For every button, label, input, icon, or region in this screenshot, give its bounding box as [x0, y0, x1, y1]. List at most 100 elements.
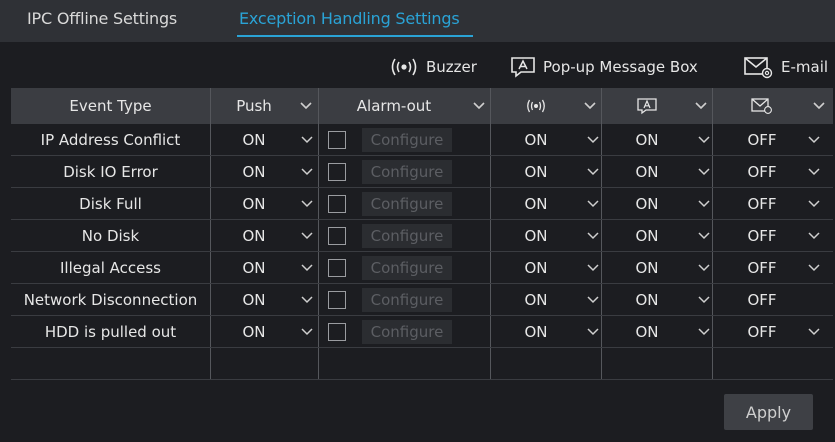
- alarm-out-checkbox[interactable]: [328, 227, 346, 245]
- email-dropdown[interactable]: [807, 124, 821, 156]
- popup-dropdown[interactable]: [697, 156, 711, 188]
- buzzer-value[interactable]: ON: [491, 284, 581, 316]
- buzzer-dropdown[interactable]: [586, 284, 600, 316]
- alarm-out-all-dropdown[interactable]: [468, 88, 490, 124]
- email-value[interactable]: OFF: [713, 188, 811, 220]
- buzzer-value[interactable]: ON: [491, 316, 581, 348]
- buzzer-dropdown[interactable]: [586, 188, 600, 220]
- header-email: [713, 88, 811, 124]
- push-value[interactable]: ON: [211, 252, 297, 284]
- table-header: Event Type Push Alarm-out: [11, 88, 833, 124]
- buzzer-value[interactable]: ON: [491, 124, 581, 156]
- tab-exception-handling-settings[interactable]: Exception Handling Settings: [239, 9, 460, 28]
- popup-value[interactable]: ON: [602, 252, 692, 284]
- configure-button[interactable]: Configure: [362, 288, 452, 312]
- configure-button[interactable]: Configure: [362, 128, 452, 152]
- event-type-cell: Disk Full: [79, 195, 142, 213]
- email-all-dropdown[interactable]: [808, 88, 830, 124]
- column-divider: [712, 88, 713, 379]
- email-icon: [744, 57, 773, 79]
- buzzer-dropdown[interactable]: [586, 316, 600, 348]
- push-value[interactable]: ON: [211, 220, 297, 252]
- email-value[interactable]: OFF: [713, 220, 811, 252]
- popup-dropdown[interactable]: [697, 284, 711, 316]
- popup-dropdown[interactable]: [697, 220, 711, 252]
- buzzer-all-dropdown[interactable]: [579, 88, 601, 124]
- buzzer-value[interactable]: ON: [491, 252, 581, 284]
- buzzer-dropdown[interactable]: [586, 156, 600, 188]
- popup-message-icon: [511, 57, 535, 78]
- popup-value[interactable]: ON: [602, 220, 692, 252]
- push-value[interactable]: ON: [211, 188, 297, 220]
- email-dropdown[interactable]: [807, 252, 821, 284]
- email-value[interactable]: OFF: [713, 316, 811, 348]
- email-dropdown[interactable]: [807, 188, 821, 220]
- popup-value[interactable]: ON: [602, 188, 692, 220]
- push-dropdown[interactable]: [300, 188, 314, 220]
- chevron-down-icon: [808, 136, 820, 144]
- popup-value[interactable]: ON: [602, 156, 692, 188]
- alarm-out-checkbox[interactable]: [328, 131, 346, 149]
- alarm-out-checkbox[interactable]: [328, 163, 346, 181]
- push-value[interactable]: ON: [211, 284, 297, 316]
- configure-button[interactable]: Configure: [362, 224, 452, 248]
- push-dropdown[interactable]: [300, 124, 314, 156]
- apply-button[interactable]: Apply: [724, 394, 813, 430]
- popup-dropdown[interactable]: [697, 124, 711, 156]
- chevron-down-icon: [584, 102, 596, 110]
- push-all-dropdown[interactable]: [295, 88, 317, 124]
- push-value[interactable]: ON: [211, 124, 297, 156]
- chevron-down-icon: [301, 168, 313, 176]
- chevron-down-icon: [301, 136, 313, 144]
- push-value[interactable]: ON: [211, 156, 297, 188]
- buzzer-value[interactable]: ON: [491, 188, 581, 220]
- push-dropdown[interactable]: [300, 284, 314, 316]
- chevron-down-icon: [808, 168, 820, 176]
- popup-dropdown[interactable]: [697, 188, 711, 220]
- configure-button[interactable]: Configure: [362, 192, 452, 216]
- chevron-down-icon: [300, 102, 312, 110]
- chevron-down-icon: [698, 232, 710, 240]
- popup-dropdown[interactable]: [697, 316, 711, 348]
- push-dropdown[interactable]: [300, 316, 314, 348]
- row-divider: [11, 155, 833, 156]
- email-value[interactable]: OFF: [713, 252, 811, 284]
- tab-ipc-offline-settings[interactable]: IPC Offline Settings: [27, 9, 177, 28]
- push-dropdown[interactable]: [300, 252, 314, 284]
- event-type-cell: IP Address Conflict: [40, 131, 181, 149]
- popup-all-dropdown[interactable]: [690, 88, 712, 124]
- configure-button[interactable]: Configure: [362, 320, 452, 344]
- alarm-out-checkbox[interactable]: [328, 291, 346, 309]
- popup-value[interactable]: ON: [602, 316, 692, 348]
- popup-dropdown[interactable]: [697, 252, 711, 284]
- chevron-down-icon: [698, 200, 710, 208]
- popup-value[interactable]: ON: [602, 124, 692, 156]
- buzzer-value[interactable]: ON: [491, 156, 581, 188]
- buzzer-dropdown[interactable]: [586, 124, 600, 156]
- alarm-out-checkbox[interactable]: [328, 195, 346, 213]
- chevron-down-icon: [808, 328, 820, 336]
- email-dropdown[interactable]: [807, 220, 821, 252]
- email-value[interactable]: OFF: [713, 156, 811, 188]
- configure-button[interactable]: Configure: [362, 256, 452, 280]
- email-value[interactable]: OFF: [713, 284, 811, 316]
- email-dropdown[interactable]: [807, 316, 821, 348]
- push-dropdown[interactable]: [300, 220, 314, 252]
- column-divider: [318, 88, 319, 379]
- email-dropdown[interactable]: [807, 156, 821, 188]
- row-divider: [11, 379, 833, 380]
- legend-popup: Pop-up Message Box: [509, 54, 698, 80]
- buzzer-icon: [527, 99, 545, 113]
- buzzer-value[interactable]: ON: [491, 220, 581, 252]
- popup-value[interactable]: ON: [602, 284, 692, 316]
- push-dropdown[interactable]: [300, 156, 314, 188]
- chevron-down-icon: [698, 328, 710, 336]
- configure-button[interactable]: Configure: [362, 160, 452, 184]
- alarm-out-checkbox[interactable]: [328, 259, 346, 277]
- email-value[interactable]: OFF: [713, 124, 811, 156]
- buzzer-dropdown[interactable]: [586, 220, 600, 252]
- tab-bar: IPC Offline Settings Exception Handling …: [0, 0, 835, 42]
- push-value[interactable]: ON: [211, 316, 297, 348]
- alarm-out-checkbox[interactable]: [328, 323, 346, 341]
- buzzer-dropdown[interactable]: [586, 252, 600, 284]
